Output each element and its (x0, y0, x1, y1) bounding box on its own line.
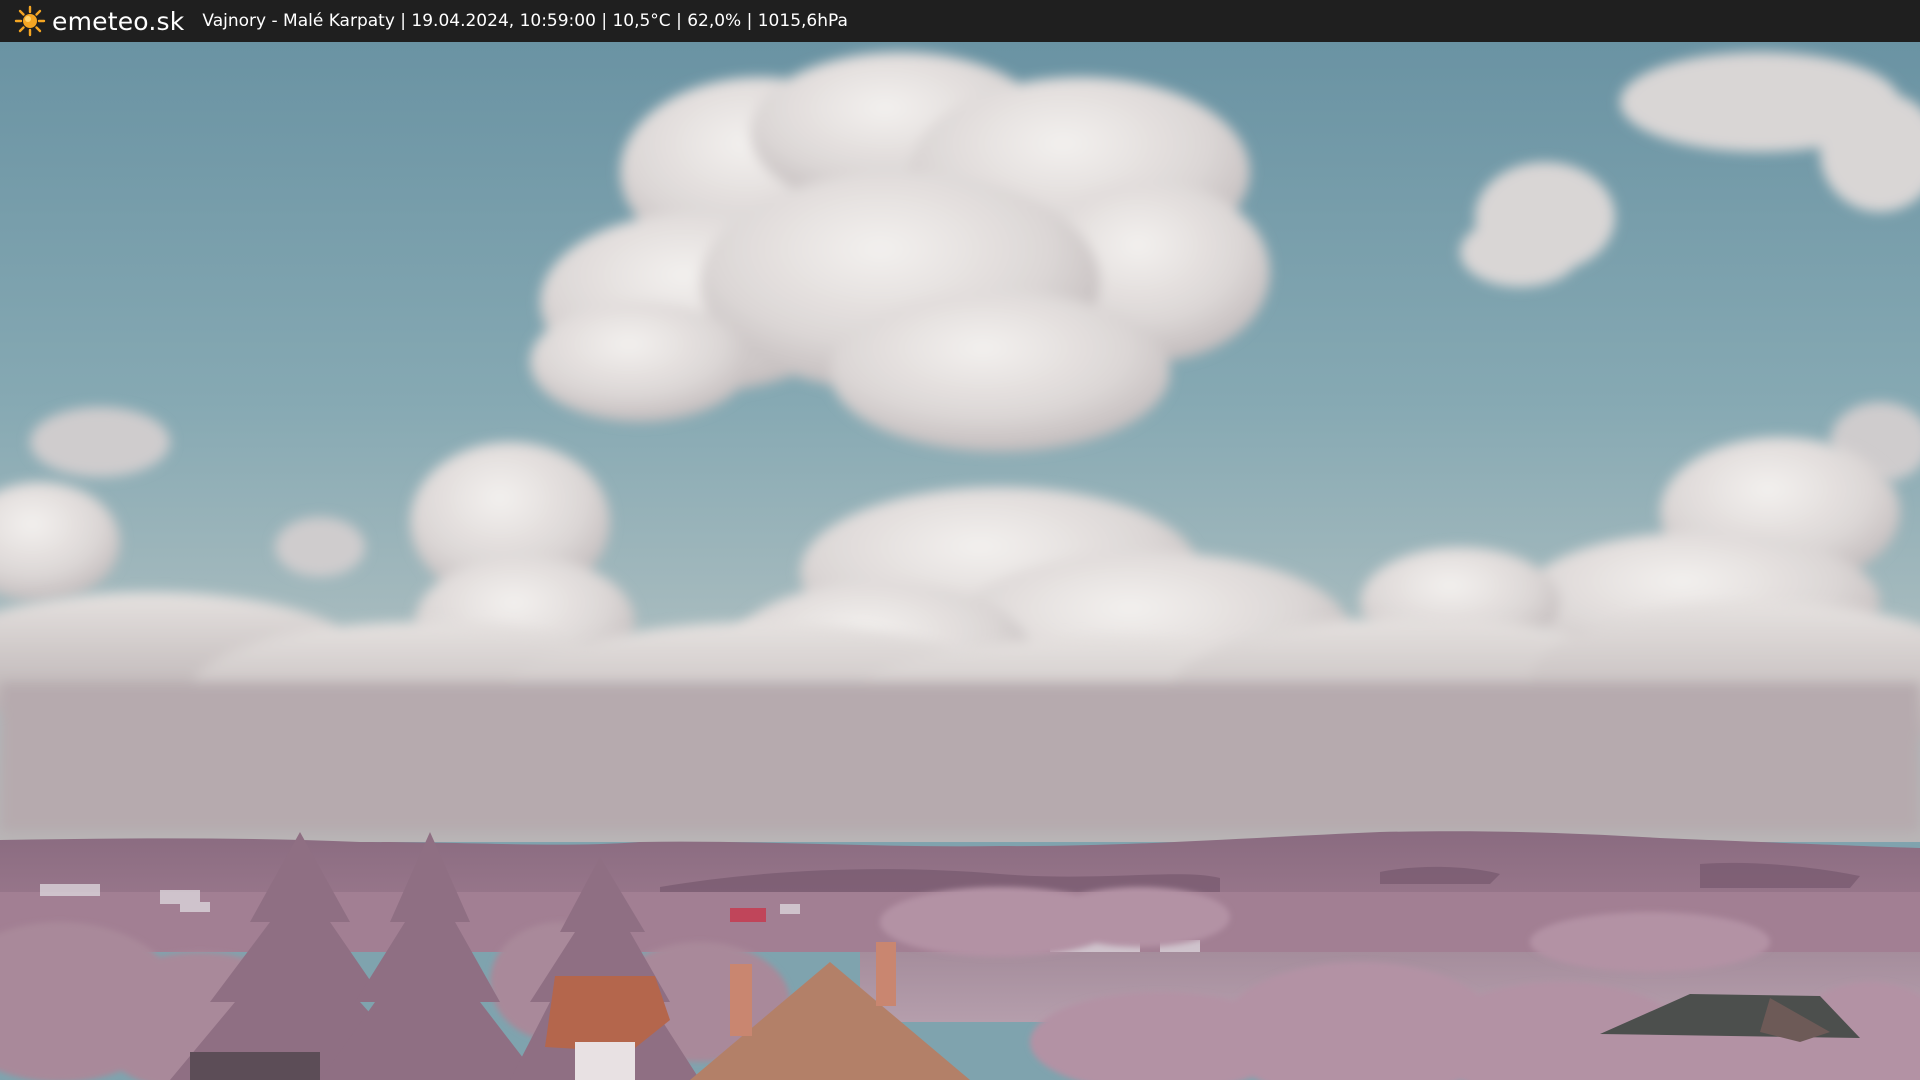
logo-text: emeteo.sk (52, 6, 185, 36)
webcam-image (0, 42, 1920, 1080)
site-logo[interactable]: emeteo.sk (14, 5, 184, 37)
webcam-frame: emeteo.sk Vajnory - Malé Karpaty | 19.04… (0, 0, 1920, 1080)
header-bar: emeteo.sk Vajnory - Malé Karpaty | 19.04… (0, 0, 1920, 42)
sun-icon (14, 5, 46, 37)
red-building (730, 908, 766, 922)
garage-roof (190, 1052, 320, 1080)
weather-caption: Vajnory - Malé Karpaty | 19.04.2024, 10:… (202, 11, 848, 31)
